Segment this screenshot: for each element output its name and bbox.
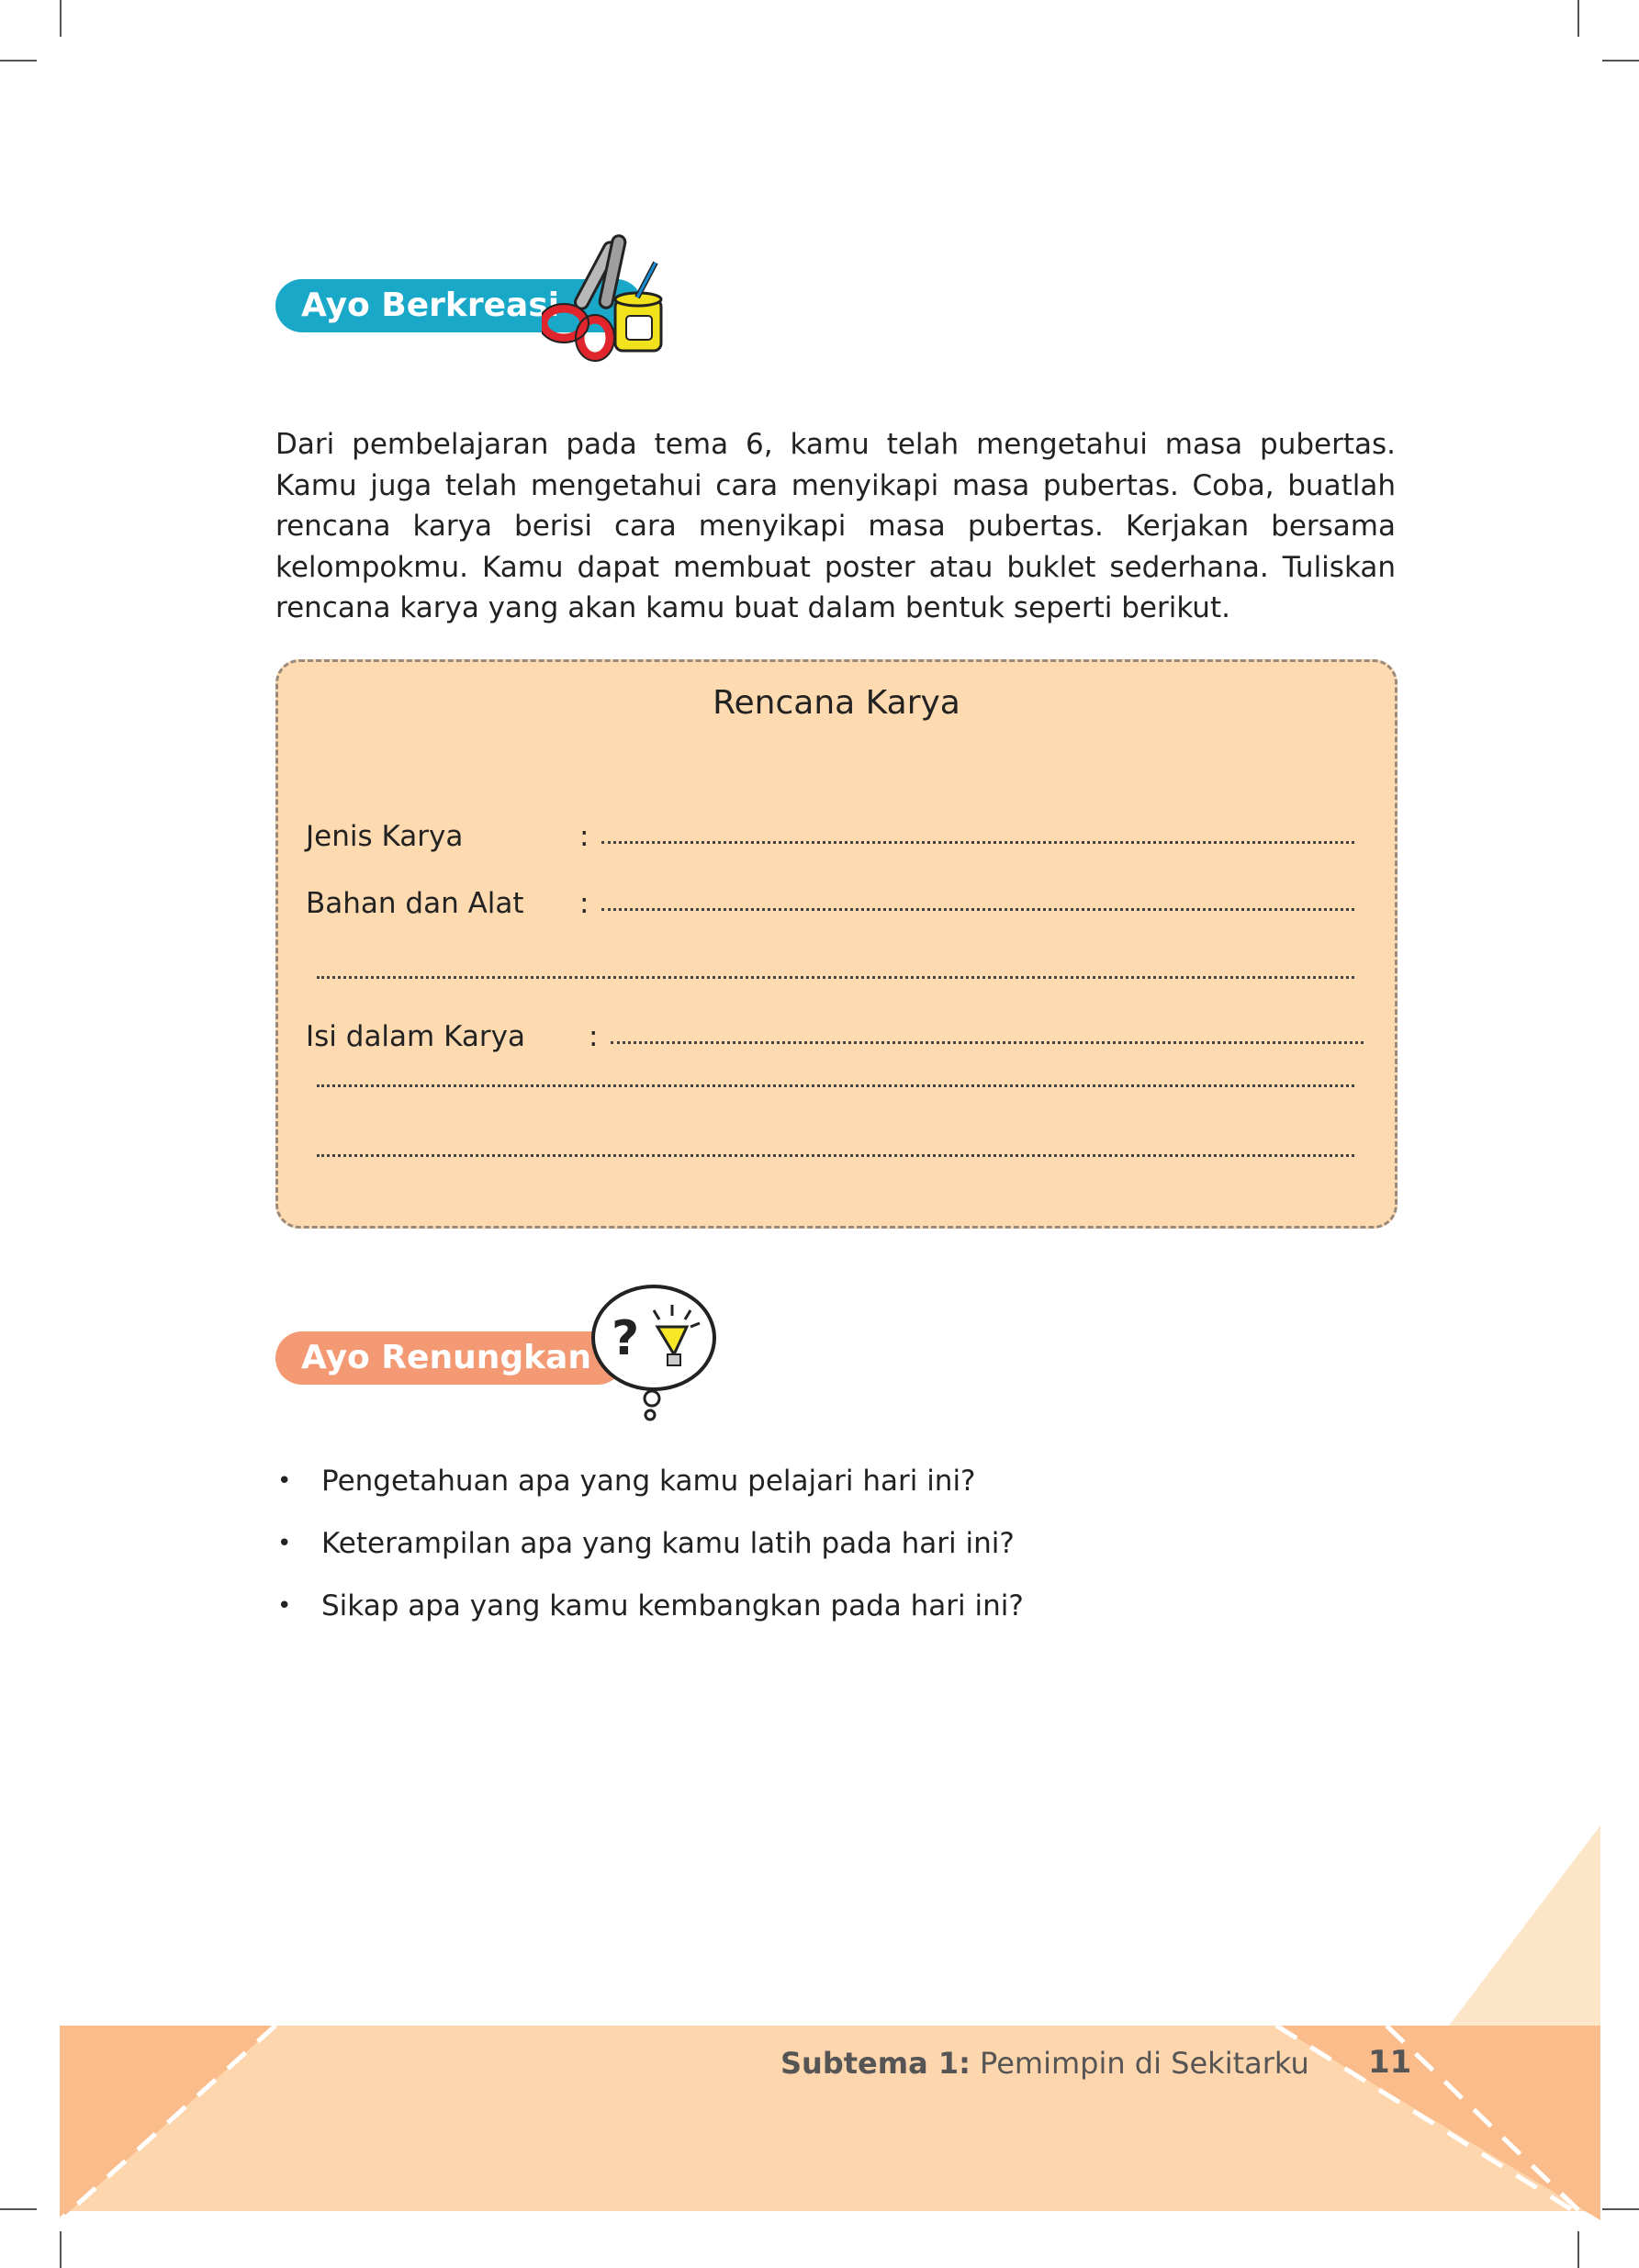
footer-subtheme-name: Pemimpin di Sekitarku: [980, 2046, 1309, 2081]
footer-decoration: [58, 1825, 1602, 2233]
footer-subtheme-label: Subtema 1:: [780, 2046, 971, 2081]
footer-subtheme: Subtema 1: Pemimpin di Sekitarku: [780, 2046, 1309, 2081]
page-number: 11: [1368, 2044, 1412, 2081]
